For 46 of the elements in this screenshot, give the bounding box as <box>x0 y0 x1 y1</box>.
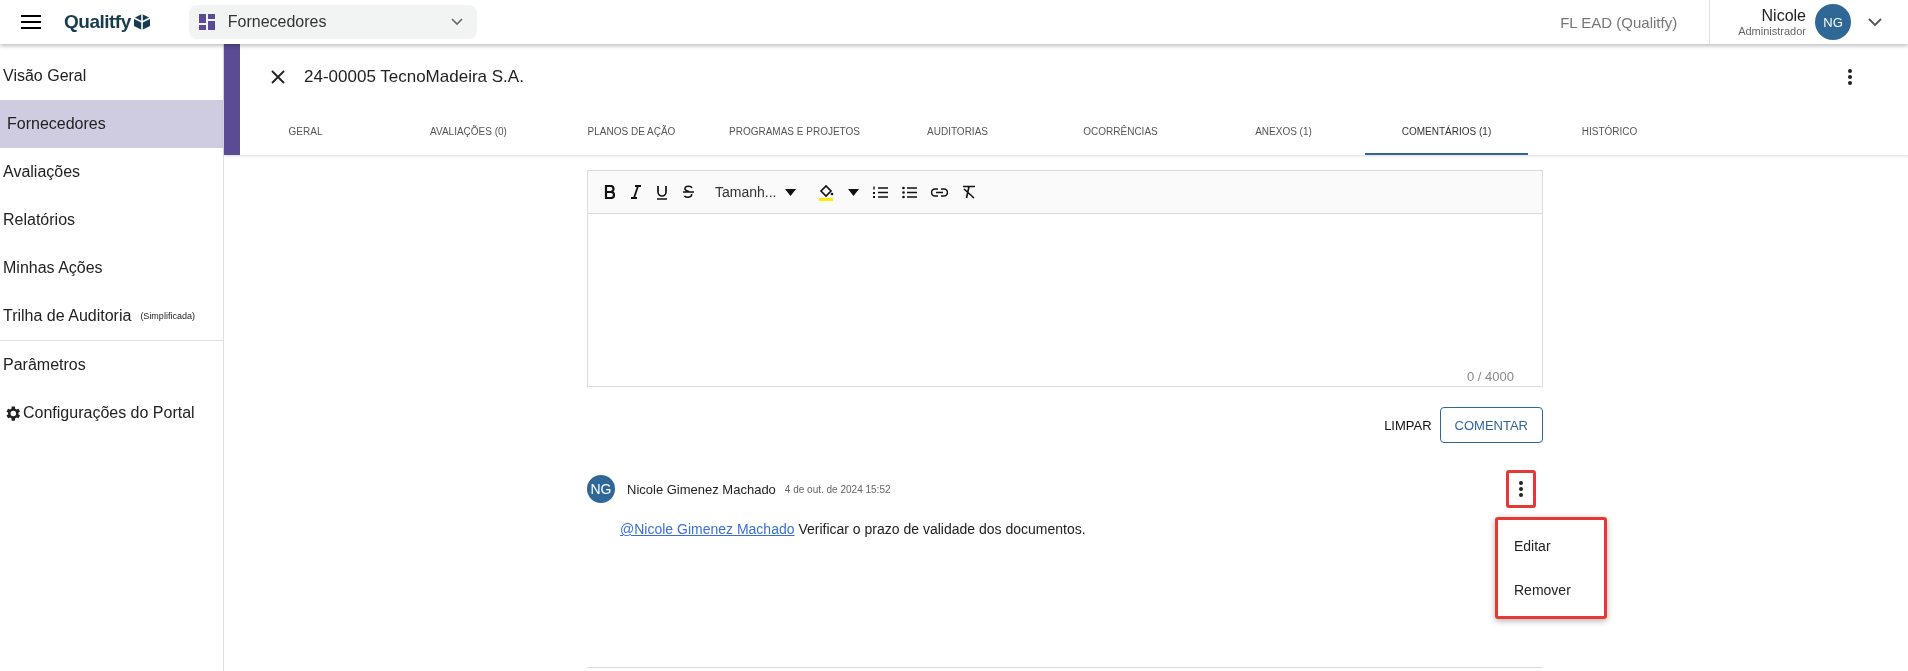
comment-input[interactable]: 0 / 4000 <box>588 214 1542 386</box>
comment-author: Nicole Gimenez Machado <box>627 481 776 497</box>
font-size-dropdown[interactable]: Tamanh... <box>715 182 797 202</box>
comment-button[interactable]: COMENTAR <box>1439 407 1543 443</box>
cube-icon <box>132 13 151 31</box>
tenant-name: FL EAD (Qualitfy) <box>1560 13 1678 31</box>
clear-button[interactable]: LIMPAR <box>1384 407 1432 443</box>
sidebar-item[interactable]: Parâmetros <box>0 341 223 389</box>
italic-icon[interactable] <box>630 182 642 202</box>
sidebar-item[interactable]: Relatórios <box>0 196 223 244</box>
logo: Qualitfy <box>64 11 131 33</box>
bold-icon[interactable] <box>604 182 616 202</box>
author-avatar: NG <box>587 475 615 503</box>
tab[interactable]: GERAL <box>224 110 387 155</box>
record-title: 24-00005 TecnoMadeira S.A. <box>304 67 524 87</box>
sidebar-item[interactable]: Visão Geral <box>0 52 223 100</box>
tab[interactable]: PROGRAMAS E PROJETOS <box>713 110 876 155</box>
user-name: Nicole <box>1761 7 1806 25</box>
fill-color-icon[interactable] <box>818 182 835 202</box>
tab[interactable]: AUDITORIAS <box>876 110 1039 155</box>
more-options-icon[interactable] <box>1506 470 1536 508</box>
tab[interactable]: AVALIAÇÕES (0) <box>387 110 550 155</box>
mention-link[interactable]: @Nicole Gimenez Machado <box>620 521 795 537</box>
sidebar-item[interactable]: Minhas Ações <box>0 244 223 292</box>
sidebar-item[interactable]: Avaliações <box>0 148 223 196</box>
sidebar-item[interactable]: Configurações do Portal <box>0 389 223 437</box>
caret-icon <box>785 188 797 196</box>
tab[interactable]: ANEXOS (1) <box>1202 110 1365 155</box>
tab[interactable]: COMENTÁRIOS (1) <box>1365 110 1528 155</box>
sidebar-item[interactable]: Trilha de Auditoria (Simplificada) <box>0 292 223 340</box>
tab[interactable]: OCORRÊNCIAS <box>1039 110 1202 155</box>
menu-item[interactable]: Remover <box>1498 568 1604 612</box>
menu-icon[interactable] <box>21 14 41 30</box>
tab[interactable]: PLANOS DE AÇÃO <box>550 110 713 155</box>
module-selector[interactable]: Fornecedores <box>188 5 477 39</box>
sidebar-item[interactable]: Fornecedores <box>0 100 223 148</box>
item-note: (Simplificada) <box>140 311 195 321</box>
chevron-down-icon[interactable] <box>1868 17 1882 27</box>
comment-date: 4 de out. de 2024 15:52 <box>784 483 891 495</box>
character-counter: 0 / 4000 <box>1467 369 1514 384</box>
dashboard-icon <box>198 14 215 30</box>
user-role: Administrador <box>1738 25 1806 37</box>
tab[interactable]: HISTÓRICO <box>1528 110 1691 155</box>
user-avatar[interactable]: NG <box>1815 4 1851 40</box>
menu-item[interactable]: Editar <box>1498 524 1604 568</box>
chevron-down-icon <box>450 18 463 26</box>
